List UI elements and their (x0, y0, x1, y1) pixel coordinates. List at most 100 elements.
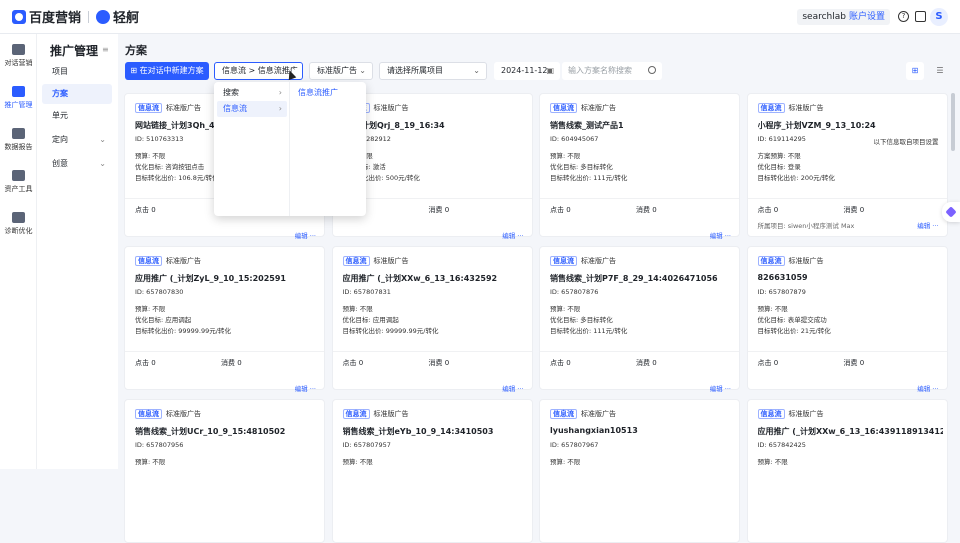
plan-card[interactable]: 信息流 标准版广告 应用推广 (_计划XXw_6_13_16:43911891341… (746, 399, 948, 543)
list-view-toggle[interactable]: ☰ (931, 62, 949, 80)
plan-name[interactable]: 应用推广 (_计划XXw_6_13_16:439118913412486 (758, 426, 943, 437)
card-stats: 点击 0 消费 0 (332, 351, 532, 373)
grid-view-toggle[interactable]: ⊞ (906, 62, 924, 80)
card-tags: 信息流标准版广告 (757, 256, 824, 266)
plan-card[interactable]: 信息流 标准版广告 销售线索_计划UCr_10_9_15:4810502 ID: 65… (124, 399, 325, 543)
card-project: 所属项目: siwen小程序测试 Max (757, 222, 855, 230)
edit-button[interactable]: 编辑 ··· (710, 230, 731, 240)
campaign-type-dropdown: 搜索 › 信息流 › 信息流推广 (214, 82, 366, 216)
option-feed[interactable]: 信息流 › (217, 101, 287, 117)
plan-detail-line: 预算: 不限 (550, 305, 581, 313)
project-select[interactable]: 请选择所属项目 ⌄ (379, 62, 487, 80)
option-label: 信息流 (223, 104, 247, 113)
cost-stat: 消费 0 (636, 206, 657, 214)
edit-button[interactable]: 编辑 ··· (295, 383, 316, 393)
plan-id: ID: 604945067 (550, 135, 599, 143)
plan-detail-line: 优化目标: 咨询按钮点击 (135, 163, 205, 171)
collapse-icon[interactable]: ≡ (102, 45, 109, 54)
plan-card[interactable]: 信息流 标准版广告 应用推广 (_计划ZyL_9_10_15:202591 ID: 6… (124, 246, 325, 393)
plan-name[interactable]: 826631059 (758, 273, 943, 282)
ad-type-select[interactable]: 标准版广告 ⌄ (309, 62, 373, 80)
rail-item-assets[interactable]: 资产工具 (0, 170, 37, 194)
plan-id: ID: 657842425 (757, 441, 806, 449)
plan-name[interactable]: 销售线索_测试产品1 (550, 120, 735, 131)
plan-detail-line: 预算: 不限 (342, 458, 373, 466)
brand-divider (88, 10, 90, 23)
card-tags: 信息流标准版广告 (550, 256, 616, 266)
plan-name[interactable]: lyushangxian10513 (550, 426, 735, 435)
nav-item-plan[interactable]: 方案 (42, 84, 112, 104)
chevron-right-icon: › (278, 88, 282, 97)
assistant-float-icon[interactable] (942, 202, 960, 222)
brand-logo[interactable]: 百度营销 轻舸 (12, 7, 139, 26)
copy-icon[interactable] (915, 11, 926, 22)
nav-item-unit[interactable]: 单元 (42, 106, 112, 126)
option-label: 搜索 (223, 88, 239, 97)
plan-card[interactable]: 信息流 标准版广告 销售线索_计划eYb_10_9_14:3410503 ID: 65… (331, 399, 533, 543)
plan-card[interactable]: 信息流 标准版广告 销售线索_计划P7F_8_29_14:4026471056 ID:… (539, 246, 740, 393)
edit-button[interactable]: 编辑 ··· (295, 230, 316, 240)
edit-button[interactable]: 编辑 ··· (502, 383, 523, 393)
plan-name[interactable]: 应用推广 (_计划XXw_6_13_16:432592 (343, 273, 528, 284)
plan-card[interactable]: 信息流 标准版广告 826631059 ID: 657807879 预算: 不限 优化目标… (746, 246, 948, 393)
plan-id: ID: 657807967 (550, 441, 599, 449)
rail-item-reports[interactable]: 数据报告 (0, 128, 37, 152)
option-feed-promotion[interactable]: 信息流推广 (298, 87, 338, 98)
plan-name[interactable]: 销售线索_计划eYb_10_9_14:3410503 (343, 426, 528, 437)
avatar[interactable]: S (930, 8, 948, 26)
ad-type-tag: 标准版广告 (166, 104, 201, 112)
icon-rail: 对话营销 推广管理 数据报告 资产工具 诊断优化 (0, 34, 37, 469)
rail-item-diagnose[interactable]: 诊断优化 (0, 212, 37, 236)
create-plan-button[interactable]: ⊞ 在对话中新建方案 (125, 62, 209, 80)
select-value: 标准版广告 (317, 66, 357, 75)
feed-tag: 信息流 (550, 103, 577, 113)
plan-name[interactable]: 销售线索_计划UCr_10_9_15:4810502 (135, 426, 320, 437)
card-tags: 信息流标准版广告 (757, 103, 824, 113)
nav-item-creative[interactable]: 创意 ⌄ (42, 154, 112, 174)
edit-button[interactable]: 编辑 ··· (917, 383, 938, 393)
clicks-stat: 点击 0 (550, 206, 571, 214)
rail-item-promotion[interactable]: 推广管理 (0, 86, 37, 110)
edit-button[interactable]: 编辑 ··· (502, 230, 523, 240)
account-switcher[interactable]: searchlab 账户设置 (797, 9, 890, 25)
plan-name[interactable]: 销售线索_计划P7F_8_29_14:4026471056 (550, 273, 735, 284)
search-input[interactable]: 输入方案名称搜索 (562, 62, 662, 80)
rail-item-chat-marketing[interactable]: 对话营销 (0, 44, 37, 68)
feed-tag: 信息流 (342, 409, 370, 419)
ad-type-tag: 标准版广告 (581, 104, 616, 112)
calendar-icon: ▣ (546, 66, 554, 75)
plan-detail-line: 目标转化出价: 111元/转化 (550, 327, 628, 335)
plan-name[interactable]: 小程序_计划VZM_9_13_10:24 (758, 120, 943, 131)
chevron-right-icon: › (278, 104, 282, 113)
baidu-paw-icon (12, 9, 26, 24)
scrollbar[interactable] (951, 93, 955, 151)
cost-stat: 消费 0 (636, 359, 657, 367)
help-icon[interactable]: ? (898, 11, 909, 22)
plan-card[interactable]: 信息流 标准版广告 小程序_计划VZM_9_13_10:24 ID: 61911429… (746, 93, 948, 237)
account-name: searchlab (802, 12, 846, 22)
ad-type-tag: 标准版广告 (166, 410, 201, 418)
date-picker[interactable]: 2024-11-12 ▣ (494, 62, 560, 80)
plan-card[interactable]: 信息流 标准版广告 销售线索_测试产品1 ID: 604945067 预算: 不限 优化目… (539, 93, 740, 240)
nav-label: 项目 (52, 67, 68, 76)
plan-name[interactable]: 应用推广 (_计划ZyL_9_10_15:202591 (135, 273, 320, 284)
plan-detail-line: 目标转化出价: 106.8元/转化 (135, 174, 219, 182)
plan-card[interactable]: 信息流 标准版广告 lyushangxian10513 ID: 657807967 预算… (539, 399, 740, 543)
search-icon (648, 66, 656, 74)
edit-button[interactable]: 编辑 ··· (917, 220, 938, 230)
chevron-down-icon: ⌄ (99, 159, 106, 168)
nav-item-targeting[interactable]: 定向 ⌄ (42, 130, 112, 150)
card-stats: 点击 0 消费 0 (125, 351, 324, 373)
plan-name[interactable]: 广 (_计划Qrj_8_19_16:34 (343, 120, 528, 131)
cost-stat: 消费 0 (843, 206, 865, 214)
card-footer: 所属项目: siwen小程序测试 Max 编辑 ··· (758, 220, 939, 230)
edit-button[interactable]: 编辑 ··· (710, 383, 731, 393)
account-settings-link[interactable]: 账户设置 (849, 12, 885, 22)
option-search[interactable]: 搜索 › (217, 85, 287, 101)
plan-detail-line: 预算: 不限 (135, 152, 166, 160)
plan-detail-line: 预算: 不限 (135, 458, 166, 466)
nav-item-project[interactable]: 项目 (42, 62, 112, 82)
plan-card[interactable]: 信息流 标准版广告 应用推广 (_计划XXw_6_13_16:432592 ID: 6… (331, 246, 533, 393)
ad-type-tag: 标准版广告 (788, 104, 824, 112)
plan-detail-line: 优化目标: 应用调起 (342, 316, 399, 324)
